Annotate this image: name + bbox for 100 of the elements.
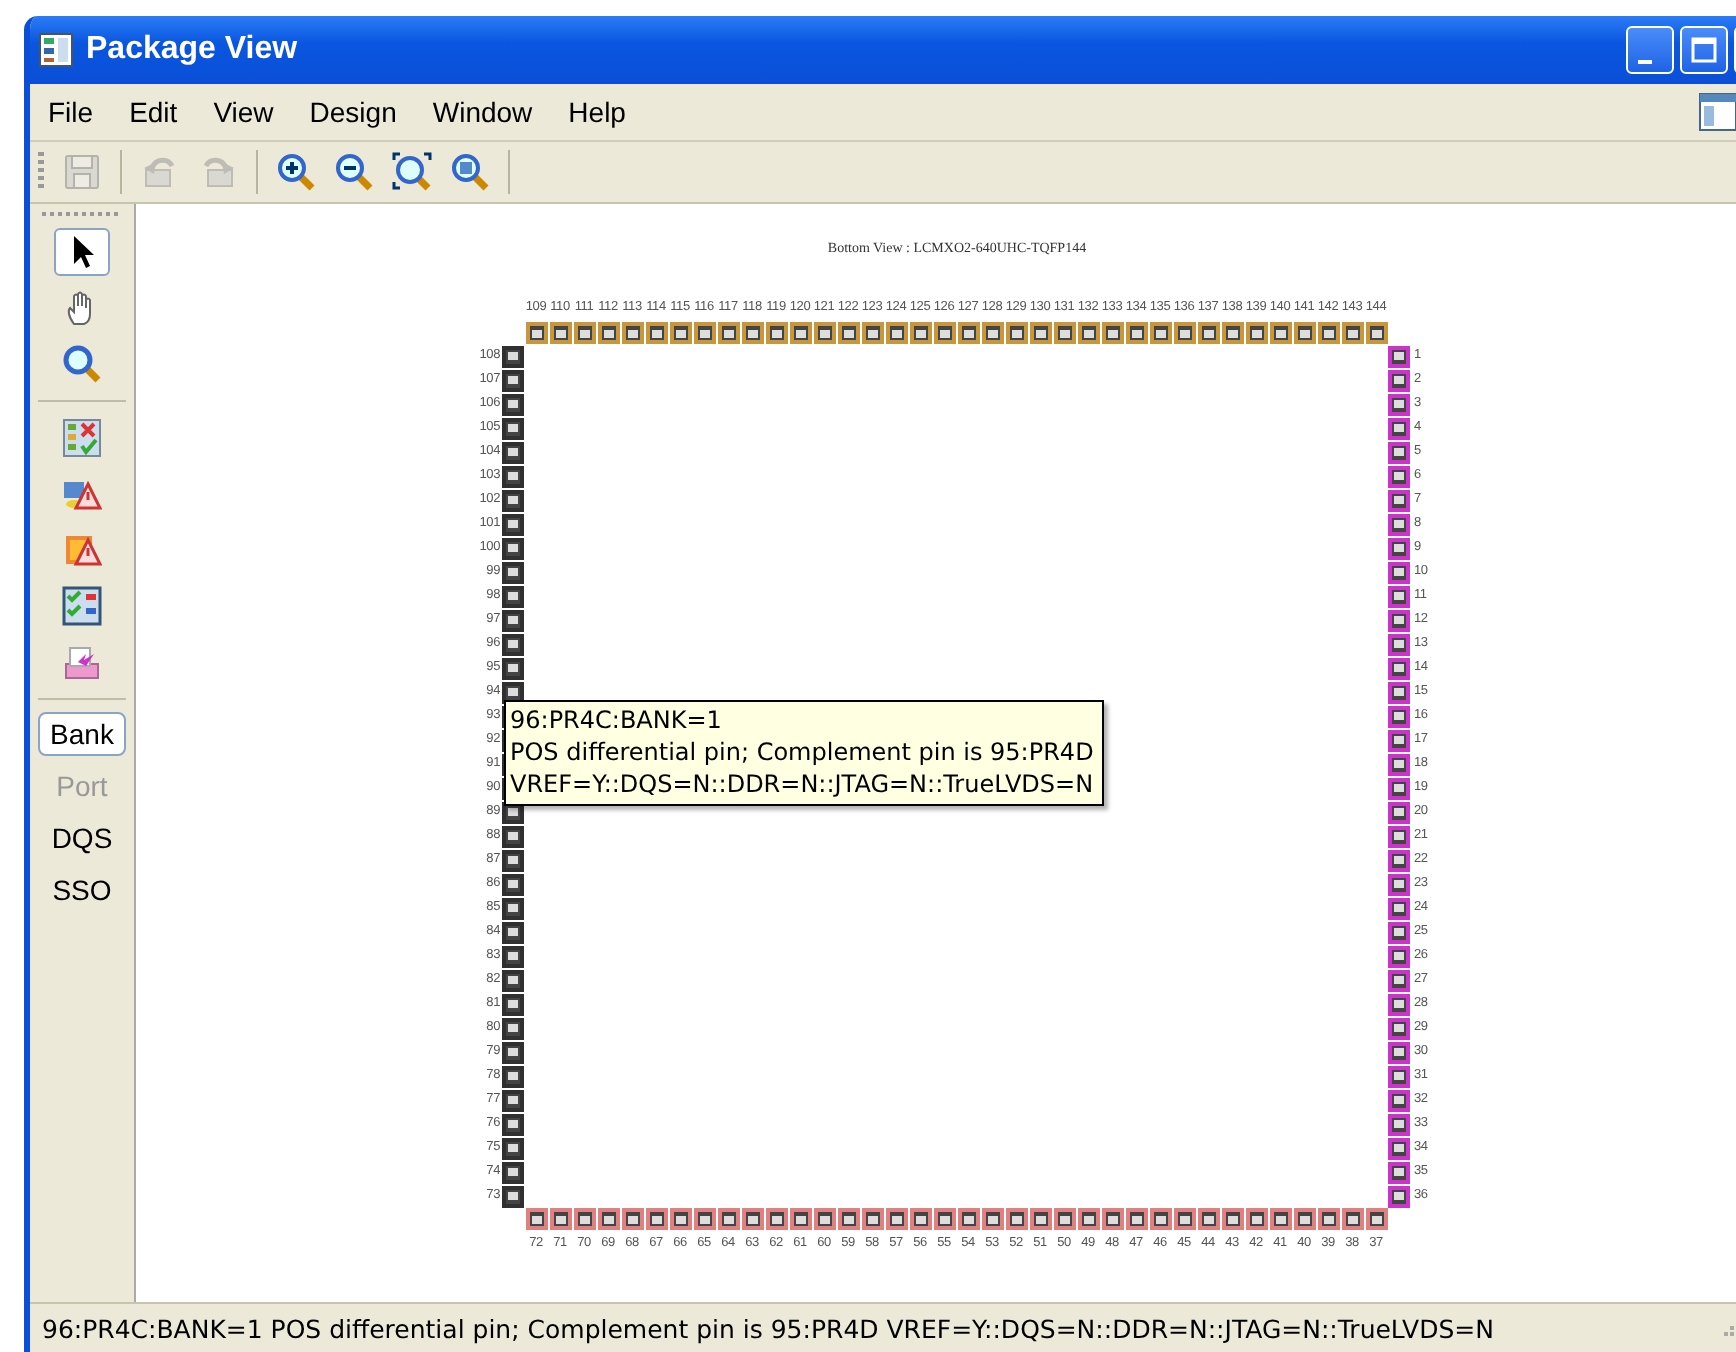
pin-pad[interactable] bbox=[1388, 921, 1410, 943]
pin-pad[interactable] bbox=[1388, 1065, 1410, 1087]
toolbar-grip[interactable] bbox=[38, 152, 44, 192]
pin-pad[interactable] bbox=[1029, 322, 1051, 344]
pin-pad[interactable] bbox=[502, 849, 524, 871]
pin-pad[interactable] bbox=[1388, 609, 1410, 631]
pin-pad[interactable] bbox=[1388, 1089, 1410, 1111]
pin-pad[interactable] bbox=[573, 1208, 595, 1230]
pin-pad[interactable] bbox=[1077, 1208, 1099, 1230]
pin-pad[interactable] bbox=[549, 1208, 571, 1230]
pin-pad[interactable] bbox=[1269, 1208, 1291, 1230]
pin-pad[interactable] bbox=[1388, 825, 1410, 847]
pin-pad[interactable] bbox=[1388, 1137, 1410, 1159]
pin-pad[interactable] bbox=[957, 1208, 979, 1230]
pin-pad[interactable] bbox=[502, 369, 524, 391]
pin-pad[interactable] bbox=[789, 1208, 811, 1230]
pin-pad[interactable] bbox=[502, 609, 524, 631]
pin-pad[interactable] bbox=[1388, 729, 1410, 751]
pin-pad[interactable] bbox=[502, 489, 524, 511]
pin-pad[interactable] bbox=[502, 585, 524, 607]
pin-pad[interactable] bbox=[693, 322, 715, 344]
pin-pad[interactable] bbox=[1149, 1208, 1171, 1230]
pin-pad[interactable] bbox=[502, 657, 524, 679]
pin-pad[interactable] bbox=[502, 345, 524, 367]
pin-pad[interactable] bbox=[1388, 897, 1410, 919]
view-mode-tab[interactable]: SSO bbox=[40, 868, 124, 912]
pin-pad[interactable] bbox=[1388, 1041, 1410, 1063]
pin-pad[interactable] bbox=[669, 1208, 691, 1230]
pin-pad[interactable] bbox=[502, 825, 524, 847]
pin-pad[interactable] bbox=[1388, 801, 1410, 823]
pin-pad[interactable] bbox=[1317, 1208, 1339, 1230]
pin-pad[interactable] bbox=[1221, 1208, 1243, 1230]
pin-pad[interactable] bbox=[502, 873, 524, 895]
maximize-button[interactable] bbox=[1680, 26, 1728, 74]
pin-pad[interactable] bbox=[621, 322, 643, 344]
pin-pad[interactable] bbox=[909, 1208, 931, 1230]
pin-pad[interactable] bbox=[502, 537, 524, 559]
pin-pad[interactable] bbox=[789, 322, 811, 344]
pin-pad[interactable] bbox=[1077, 322, 1099, 344]
pin-pad[interactable] bbox=[1388, 585, 1410, 607]
view-mode-tab[interactable]: DQS bbox=[39, 816, 125, 860]
pin-pad[interactable] bbox=[1388, 345, 1410, 367]
pin-pad[interactable] bbox=[1388, 537, 1410, 559]
pin-pad[interactable] bbox=[981, 1208, 1003, 1230]
pin-pad[interactable] bbox=[1388, 441, 1410, 463]
pin-pad[interactable] bbox=[621, 1208, 643, 1230]
pin-pad[interactable] bbox=[502, 441, 524, 463]
pin-pad[interactable] bbox=[502, 561, 524, 583]
menu-item[interactable]: Design bbox=[291, 96, 415, 128]
pin-pad[interactable] bbox=[1245, 322, 1267, 344]
minimize-button[interactable] bbox=[1626, 26, 1674, 74]
pin-pad[interactable] bbox=[933, 1208, 955, 1230]
pin-pad[interactable] bbox=[525, 322, 547, 344]
pin-pad[interactable] bbox=[1269, 322, 1291, 344]
pin-pad[interactable] bbox=[1101, 322, 1123, 344]
pin-pad[interactable] bbox=[645, 1208, 667, 1230]
pin-pad[interactable] bbox=[1388, 1161, 1410, 1183]
pin-pad[interactable] bbox=[741, 1208, 763, 1230]
menu-item[interactable]: View bbox=[195, 96, 292, 128]
pin-pad[interactable] bbox=[1388, 849, 1410, 871]
pin-pad[interactable] bbox=[1197, 1208, 1219, 1230]
pin-pad[interactable] bbox=[502, 417, 524, 439]
pin-pad[interactable] bbox=[1388, 1185, 1410, 1207]
pin-pad[interactable] bbox=[1388, 969, 1410, 991]
pin-pad[interactable] bbox=[861, 1208, 883, 1230]
pin-pad[interactable] bbox=[1341, 322, 1363, 344]
pin-pad[interactable] bbox=[1341, 1208, 1363, 1230]
pin-pad[interactable] bbox=[1388, 417, 1410, 439]
pin-pad[interactable] bbox=[502, 633, 524, 655]
pin-pad[interactable] bbox=[861, 322, 883, 344]
pin-pad[interactable] bbox=[933, 322, 955, 344]
pin-pad[interactable] bbox=[502, 897, 524, 919]
arrow-pointer-tool[interactable] bbox=[54, 228, 110, 276]
pin-pad[interactable] bbox=[1388, 393, 1410, 415]
pin-pad[interactable] bbox=[502, 465, 524, 487]
pin-pad[interactable] bbox=[502, 993, 524, 1015]
pin-pad[interactable] bbox=[502, 1089, 524, 1111]
pin-pad[interactable] bbox=[765, 1208, 787, 1230]
pin-pad[interactable] bbox=[1388, 993, 1410, 1015]
pin-pad[interactable] bbox=[1388, 561, 1410, 583]
pin-pad[interactable] bbox=[502, 393, 524, 415]
pin-pad[interactable] bbox=[1388, 633, 1410, 655]
pin-pad[interactable] bbox=[1388, 753, 1410, 775]
pin-pad[interactable] bbox=[765, 322, 787, 344]
pin-pad[interactable] bbox=[502, 945, 524, 967]
pin-pad[interactable] bbox=[1149, 322, 1171, 344]
pin-pad[interactable] bbox=[1053, 322, 1075, 344]
pin-pad[interactable] bbox=[1388, 1113, 1410, 1135]
pin-pad[interactable] bbox=[1365, 322, 1387, 344]
pin-pad[interactable] bbox=[502, 1041, 524, 1063]
pin-pad[interactable] bbox=[597, 1208, 619, 1230]
pin-pad[interactable] bbox=[1197, 322, 1219, 344]
pin-pad[interactable] bbox=[909, 322, 931, 344]
view-mode-tab[interactable]: Bank bbox=[38, 712, 126, 756]
pin-pad[interactable] bbox=[502, 1185, 524, 1207]
pin-pad[interactable] bbox=[1101, 1208, 1123, 1230]
pin-pad[interactable] bbox=[981, 322, 1003, 344]
pin-pad[interactable] bbox=[502, 1113, 524, 1135]
pin-pad[interactable] bbox=[1388, 873, 1410, 895]
menu-item[interactable]: Edit bbox=[111, 96, 196, 128]
